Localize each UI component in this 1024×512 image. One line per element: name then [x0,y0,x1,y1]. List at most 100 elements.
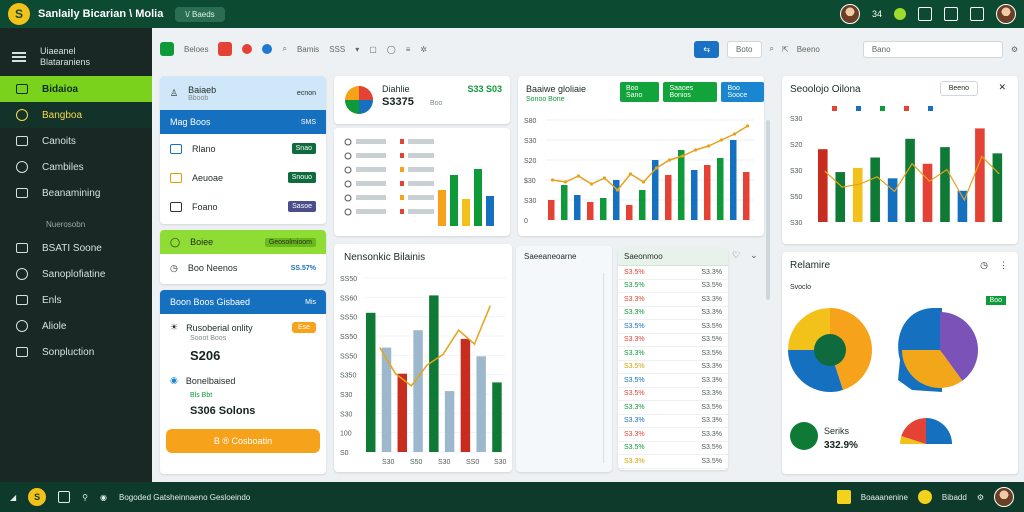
nav-icon [16,136,28,146]
list-item[interactable]: S3.5% S3.3% [618,388,728,401]
legend-swatch [904,106,909,111]
file-icon[interactable]: ▢ [369,45,377,54]
sidebar-item-beanamining[interactable]: Beanamining [0,180,152,206]
user-avatar[interactable] [839,4,860,24]
trend-bar [626,205,633,220]
list-item[interactable]: S3.3%S3.3% [618,469,728,471]
sidebar-item-aliole[interactable]: Aliole [0,313,152,339]
distribution-button[interactable]: Beeno [939,81,978,96]
chevron-down-icon[interactable]: ▾ [355,45,359,54]
settings-icon[interactable]: ✲ [420,45,427,54]
view-toggle-button[interactable]: ⇆ [694,40,720,58]
nav-icon [16,243,28,253]
list-item[interactable]: S3.3%S3.3% [618,415,728,428]
search-input[interactable]: Bano [862,40,1003,58]
list-item[interactable]: S3.5% S3.3% [618,361,728,374]
sidebar-item-label: BSATI Soone [42,242,102,254]
list-item[interactable]: S3.3% S3.5% [618,401,728,415]
list-item[interactable]: S3.5% S3.3% [618,266,728,280]
search-icon[interactable]: ⌕ [282,44,286,54]
list-item[interactable]: S3.5% S3.5% [618,320,728,334]
close-icon[interactable]: ✕ [998,82,1006,93]
yellow-circle-icon[interactable] [917,490,932,504]
toolbar-button[interactable]: Boto [727,40,762,58]
info-circle-icon[interactable]: ◷ [980,260,988,271]
action-button[interactable]: B ® Cosboatin [166,429,320,453]
list-item[interactable]: S3.5% S3.5% [618,442,728,455]
y-tick-label: S30 [524,138,537,145]
search-icon-right[interactable]: ⌕ [770,44,774,54]
circle-icon: ◯ [170,236,181,247]
filter-row[interactable]: ◷ Boo Neenos SS.57% [160,254,326,282]
breakdown-card [334,128,510,236]
chat-icon[interactable]: ◉ [100,493,107,502]
sidebar-item-bangboa[interactable]: Bangboa [0,102,152,128]
status-badge: Ese [291,322,316,333]
filter-button-2[interactable]: Saaoes Bonios [663,82,718,102]
list-item[interactable]: S3.3% S3.5% [618,455,728,469]
lamp-icon: ♙ [170,87,179,98]
trend-point [693,148,698,152]
link-icon[interactable]: ⚲ [82,493,88,502]
nav-icon [16,161,28,173]
profile-avatar[interactable] [996,4,1016,24]
heart-icon[interactable]: ♡ [732,250,740,261]
app-logo-icon[interactable]: S [8,3,30,25]
record-icon[interactable] [242,44,253,54]
status-indicator-icon[interactable] [894,8,906,20]
comment-icon[interactable]: ◯ [387,45,396,54]
list-item[interactable]: Aeuoae Snouo [160,163,326,192]
list-item[interactable]: S3.3% S3.5% [618,334,728,347]
list-item[interactable]: S3.3%S3.3% [618,428,728,442]
yellow-app-icon[interactable] [836,490,851,504]
folder-icon[interactable] [58,491,71,503]
share-icon[interactable]: ⇱ [782,45,789,54]
metrics-chart: SS50 SS60 SS50 SS50 SS50 S350 S30 S30 100 S0 S30 S5… [340,276,507,466]
sidebar-item-bidaioa[interactable]: Bidaioa [0,76,152,102]
relations-subtitle: Svoclo [790,284,812,291]
toolbar-label-3[interactable]: SSS [329,45,345,54]
list-item[interactable]: Rlano Snao [160,134,326,163]
home-icon[interactable] [160,42,174,56]
list-item[interactable]: Foano Sasoe [160,192,326,221]
info-icon[interactable] [262,44,273,54]
menu-icon[interactable] [12,52,26,62]
list-item[interactable]: S3.5% S3.5% [618,280,728,293]
workspace-pill[interactable]: \/ Baeds [175,6,225,22]
toolbar-label-2[interactable]: Bamis [297,45,319,54]
list-item[interactable]: S3.3% S3.5% [618,347,728,361]
summary-header[interactable]: Boon Boos Gisbaed Mis [160,290,326,314]
filter-banner[interactable]: ◯ Boiee Geosolmioom [160,230,326,254]
sidebar-item-sanoplofiatine[interactable]: Sanoplofiatine [0,261,152,287]
layout-icon[interactable] [944,7,958,21]
accounts-card: ♙ Baiaeb Bboob ecnon Mag Boos SMS Rlano … [160,76,326,224]
status-avatar[interactable] [994,487,1014,507]
list-item[interactable]: S3.3%S3.3% [618,307,728,320]
sidebar-item-canoits[interactable]: Canoits [0,128,152,154]
sidebar-item-cambiles[interactable]: Cambiles [0,154,152,180]
stat-block-2: ◉ Bonelbaised Bls Bbt S306 Solons [160,363,326,417]
chevron-down-icon[interactable]: ⌄ [750,250,758,261]
alert-icon[interactable] [218,42,233,56]
list-icon[interactable]: ≡ [406,45,411,54]
gear-icon[interactable]: ⚙ [1011,45,1018,54]
tab-accounts-active[interactable]: Mag Boos SMS [160,110,326,134]
distribution-title: Seoolojo Oilona [790,84,861,95]
window-icon[interactable] [918,7,932,21]
panel-icon[interactable] [970,7,984,21]
list-item[interactable]: S3.3%S3.3% [618,293,728,307]
sidebar-item-sonpluction[interactable]: Sonpluction [0,339,152,365]
settings-icon[interactable]: ⚙ [977,493,984,502]
app-badge-icon[interactable]: S [28,488,47,506]
list-item[interactable]: S3.5% S3.3% [618,374,728,388]
y-tick-label: S50 [790,194,803,201]
sidebar-item-bsati-soone[interactable]: BSATI Soone [0,235,152,261]
toolbar-label-1[interactable]: Beloes [184,45,208,54]
scrollbar[interactable] [766,120,770,300]
sidebar-item-enls[interactable]: Enls [0,287,152,313]
filter-button-1[interactable]: Boo Sano [620,82,660,102]
start-icon[interactable]: ◢ [10,493,16,502]
accounts-header[interactable]: ♙ Baiaeb Bboob ecnon [160,76,326,110]
more-icon[interactable]: ⋮ [999,260,1008,271]
filter-button-3[interactable]: Boo Sooce [721,82,764,102]
